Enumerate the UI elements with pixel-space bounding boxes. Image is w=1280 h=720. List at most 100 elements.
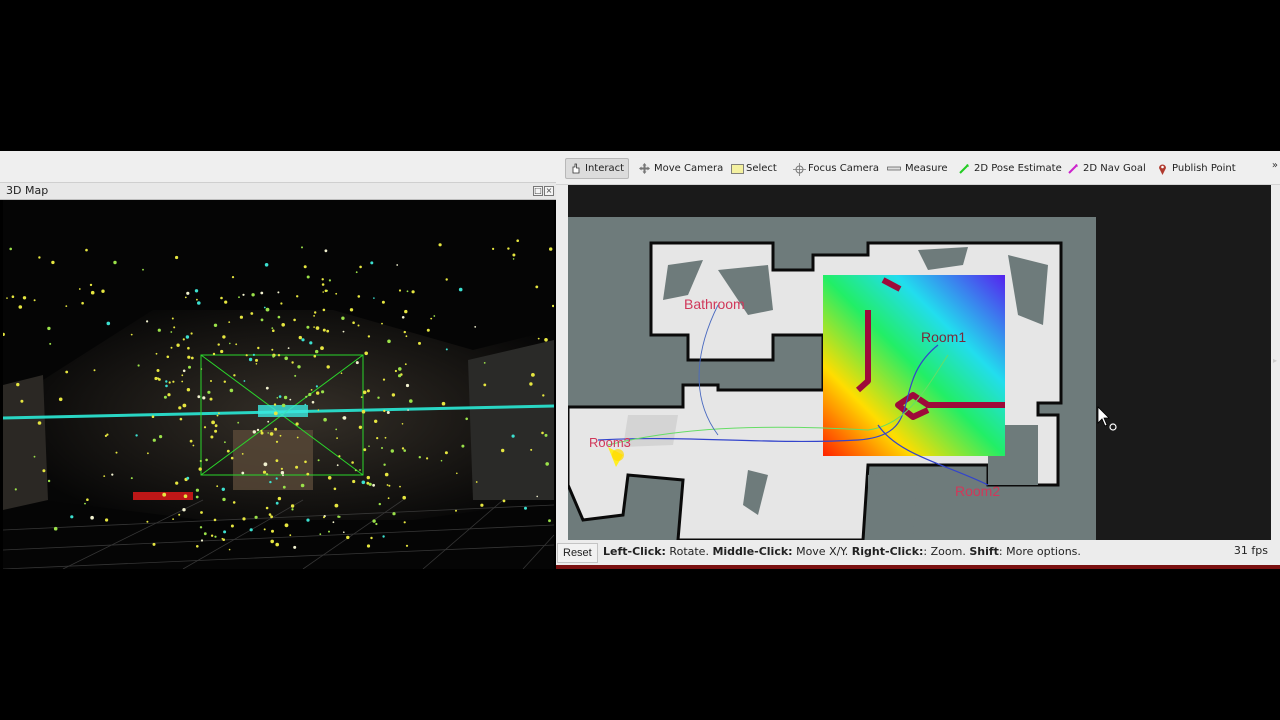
point xyxy=(152,438,156,442)
point xyxy=(241,453,244,455)
point xyxy=(273,411,278,416)
point xyxy=(441,401,446,406)
point xyxy=(317,459,320,462)
point xyxy=(277,354,281,357)
green-arrow-icon xyxy=(959,163,970,174)
point xyxy=(548,519,551,523)
tool-publish-point[interactable]: Publish Point xyxy=(1153,158,1240,179)
point xyxy=(394,369,397,373)
point xyxy=(357,324,360,327)
point xyxy=(386,484,389,486)
point xyxy=(207,390,211,394)
point xyxy=(190,356,194,360)
point xyxy=(85,248,88,252)
point xyxy=(275,440,279,443)
point xyxy=(542,394,545,397)
point xyxy=(238,296,240,299)
point xyxy=(280,471,285,475)
3d-map-view[interactable] xyxy=(3,200,554,569)
point xyxy=(170,346,173,349)
point xyxy=(220,349,224,354)
point xyxy=(322,291,325,293)
point xyxy=(336,437,338,439)
point xyxy=(202,396,206,400)
tool-2d-pose-estimate[interactable]: 2D Pose Estimate xyxy=(955,158,1066,179)
point xyxy=(382,378,386,381)
point xyxy=(189,439,193,443)
point xyxy=(196,545,199,548)
point xyxy=(200,539,204,542)
point xyxy=(33,455,36,458)
point xyxy=(295,465,299,469)
point xyxy=(249,528,253,532)
point xyxy=(103,475,106,477)
point xyxy=(289,534,292,537)
point xyxy=(324,249,328,253)
point xyxy=(301,338,305,342)
point xyxy=(401,447,405,450)
right-edge-arrow-icon[interactable]: ▸ xyxy=(1273,356,1277,365)
point xyxy=(306,472,310,476)
accent-bar xyxy=(556,565,1280,569)
point xyxy=(332,521,335,524)
2d-map-viewport[interactable]: Bathroom Room1 Room2 Room3 xyxy=(568,185,1271,540)
point xyxy=(42,469,46,473)
undock-icon[interactable]: □ xyxy=(533,186,543,196)
close-icon[interactable]: × xyxy=(544,186,554,196)
point xyxy=(260,318,264,322)
point xyxy=(260,429,263,432)
left-toolbar-area xyxy=(0,151,556,183)
point xyxy=(401,423,404,425)
tool-focus-camera[interactable]: Focus Camera xyxy=(789,158,883,179)
point xyxy=(275,542,280,547)
point xyxy=(314,311,317,314)
point xyxy=(335,292,338,295)
point xyxy=(346,535,350,540)
point xyxy=(49,342,52,345)
tool-move-camera[interactable]: Move Camera xyxy=(635,158,727,179)
point xyxy=(306,275,310,279)
tool-label: 2D Pose Estimate xyxy=(974,163,1062,174)
point xyxy=(372,483,375,487)
tool-2d-nav-goal[interactable]: 2D Nav Goal xyxy=(1064,158,1150,179)
point xyxy=(316,391,320,395)
point xyxy=(375,522,378,526)
tool-interact[interactable]: Interact xyxy=(565,158,630,179)
point xyxy=(465,417,469,421)
point xyxy=(295,422,299,426)
point xyxy=(374,419,378,423)
toolbar-overflow-icon[interactable]: » xyxy=(1272,160,1278,171)
point xyxy=(271,327,274,329)
point xyxy=(212,352,216,356)
point xyxy=(480,503,484,507)
point xyxy=(535,285,539,289)
point xyxy=(239,315,243,319)
point xyxy=(492,247,495,250)
help-text-left: Rotate. xyxy=(665,545,713,558)
tool-label: Publish Point xyxy=(1172,163,1236,174)
help-key-shift: Shift xyxy=(969,545,999,558)
point xyxy=(293,318,296,322)
point xyxy=(317,409,320,411)
point xyxy=(311,400,315,404)
point xyxy=(530,448,533,451)
point xyxy=(282,474,284,477)
tool-measure[interactable]: Measure xyxy=(883,158,952,179)
point xyxy=(444,451,448,455)
point xyxy=(187,346,190,350)
point xyxy=(198,467,202,471)
point xyxy=(340,372,343,374)
point xyxy=(281,403,286,408)
point xyxy=(20,399,24,403)
move-arrows-icon xyxy=(639,163,650,174)
point xyxy=(162,492,167,497)
point xyxy=(156,369,160,372)
point xyxy=(224,441,226,444)
point xyxy=(182,338,185,341)
point xyxy=(426,328,430,332)
point xyxy=(210,380,212,382)
point xyxy=(93,369,96,372)
point xyxy=(130,333,133,336)
reset-button[interactable]: Reset xyxy=(557,543,598,563)
tool-select[interactable]: Select xyxy=(727,158,781,179)
